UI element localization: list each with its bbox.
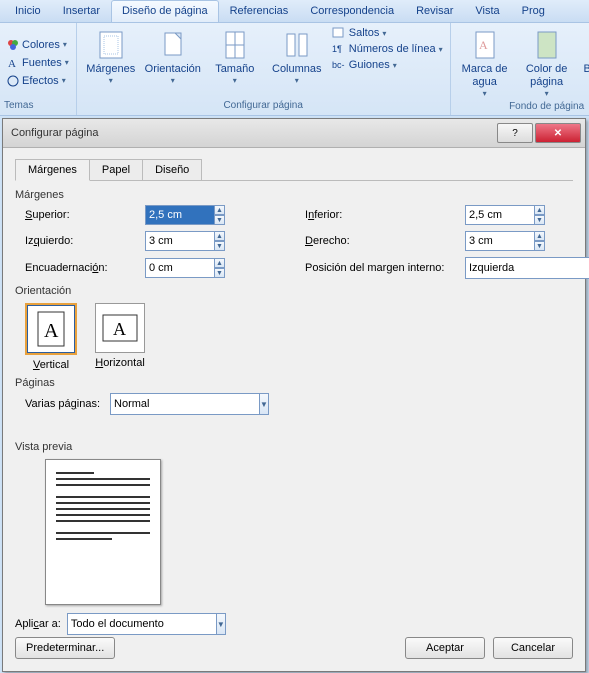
- label-left: Izquierdo:: [25, 235, 145, 247]
- label-gutter: Encuadernación:: [25, 262, 145, 274]
- pagesetup-group: Márgenes▾ Orientación▾ Tamaño▾ Columnas▾…: [77, 23, 451, 115]
- svg-text:1¶: 1¶: [332, 44, 342, 54]
- close-button[interactable]: ✕: [535, 123, 581, 143]
- ribbon-tab-7[interactable]: Prog: [511, 0, 556, 22]
- size-button[interactable]: Tamaño▾: [205, 25, 265, 88]
- linenumbers-icon: 1¶: [332, 43, 346, 55]
- columns-icon: [281, 29, 313, 61]
- fonts-icon: A: [7, 57, 19, 69]
- pagebg-group-label: Fondo de página: [455, 101, 589, 114]
- ribbon-tab-4[interactable]: Correspondencia: [299, 0, 405, 22]
- ribbon-tabs: InicioInsertarDiseño de páginaReferencia…: [0, 0, 589, 23]
- label-top: Superior:: [25, 209, 145, 221]
- page-preview: [45, 459, 161, 605]
- svg-text:A: A: [479, 38, 488, 52]
- watermark-button[interactable]: AMarca de agua▾: [455, 25, 515, 101]
- orientation-icon: [157, 29, 189, 61]
- size-icon: [219, 29, 251, 61]
- landscape-label: Horizontal: [95, 357, 145, 369]
- default-button[interactable]: Predeterminar...: [15, 637, 115, 659]
- label-right: Derecho:: [305, 235, 465, 247]
- dialog-tab-0[interactable]: Márgenes: [15, 159, 90, 181]
- hyphenation-button[interactable]: bc-Guiones▾: [329, 57, 446, 73]
- breaks-button[interactable]: Saltos▾: [329, 25, 446, 41]
- bottom-margin-input[interactable]: ▲▼: [465, 205, 545, 225]
- svg-text:A: A: [8, 58, 16, 69]
- multipages-label: Varias páginas:: [25, 398, 100, 410]
- gutter-input[interactable]: ▲▼: [145, 258, 225, 278]
- pagesetup-group-label: Configurar página: [81, 100, 446, 113]
- page-setup-dialog: Configurar página ? ✕ MárgenesPapelDiseñ…: [2, 118, 586, 672]
- svg-text:A: A: [113, 319, 126, 339]
- dialog-titlebar: Configurar página ? ✕: [3, 119, 585, 148]
- applyto-label: Aplicar a:: [15, 618, 61, 630]
- cancel-button[interactable]: Cancelar: [493, 637, 573, 659]
- margins-icon: [95, 29, 127, 61]
- svg-text:bc-: bc-: [332, 60, 345, 70]
- pagecolor-icon: [531, 29, 563, 61]
- columns-button[interactable]: Columnas▾: [267, 25, 327, 88]
- top-margin-input[interactable]: ▲▼: [145, 205, 225, 225]
- margins-section-title: Márgenes: [15, 189, 573, 201]
- colors-icon: [7, 39, 19, 51]
- linenumbers-button[interactable]: 1¶Números de línea▾: [329, 41, 446, 57]
- orientation-section-title: Orientación: [15, 285, 573, 297]
- portrait-label: Vertical: [33, 359, 69, 371]
- themes-group-label: Temas: [4, 100, 72, 113]
- pages-section-title: Páginas: [15, 377, 573, 389]
- applyto-select[interactable]: ▼: [67, 613, 201, 635]
- hyphen-icon: bc-: [332, 59, 346, 71]
- dialog-tabs: MárgenesPapelDiseño: [15, 159, 573, 181]
- landscape-icon: A: [102, 314, 138, 342]
- dialog-tab-2[interactable]: Diseño: [142, 159, 202, 180]
- portrait-icon: A: [37, 311, 65, 347]
- preview-section-title: Vista previa: [15, 441, 573, 453]
- fonts-button[interactable]: AFuentes▾: [4, 55, 72, 71]
- pageborders-button[interactable]: Bordes de página: [579, 25, 589, 91]
- ribbon-tab-0[interactable]: Inicio: [4, 0, 52, 22]
- effects-icon: [7, 75, 19, 87]
- dialog-title: Configurar página: [11, 127, 495, 139]
- margins-button[interactable]: Márgenes▾: [81, 25, 141, 88]
- gutterpos-select[interactable]: ▼: [465, 257, 561, 279]
- ribbon-tab-3[interactable]: Referencias: [219, 0, 300, 22]
- ok-button[interactable]: Aceptar: [405, 637, 485, 659]
- dialog-tab-1[interactable]: Papel: [89, 159, 143, 180]
- label-bottom: Inferior:: [305, 209, 465, 221]
- effects-button[interactable]: Efectos▾: [4, 73, 69, 89]
- watermark-icon: A: [469, 29, 501, 61]
- ribbon-tab-2[interactable]: Diseño de página: [111, 0, 219, 22]
- ribbon-body: Colores▾ AFuentes▾ Efectos▾ Temas Márgen…: [0, 23, 589, 116]
- label-gutterpos: Posición del margen interno:: [305, 262, 465, 274]
- ribbon-tab-5[interactable]: Revisar: [405, 0, 464, 22]
- colors-button[interactable]: Colores▾: [4, 37, 70, 53]
- themes-group: Colores▾ AFuentes▾ Efectos▾ Temas: [0, 23, 77, 115]
- ribbon-tab-1[interactable]: Insertar: [52, 0, 111, 22]
- right-margin-input[interactable]: ▲▼: [465, 231, 545, 251]
- multipages-select[interactable]: ▼: [110, 393, 240, 415]
- pagecolor-button[interactable]: Color de página▾: [517, 25, 577, 101]
- breaks-icon: [332, 27, 346, 39]
- pagebg-group: AMarca de agua▾ Color de página▾ Bordes …: [451, 23, 589, 115]
- orientation-portrait[interactable]: A Vertical: [25, 303, 77, 371]
- ribbon-tab-6[interactable]: Vista: [464, 0, 510, 22]
- orientation-button[interactable]: Orientación▾: [143, 25, 203, 88]
- svg-text:A: A: [44, 320, 59, 342]
- left-margin-input[interactable]: ▲▼: [145, 231, 225, 251]
- orientation-landscape[interactable]: A Horizontal: [95, 303, 145, 371]
- help-button[interactable]: ?: [497, 123, 533, 143]
